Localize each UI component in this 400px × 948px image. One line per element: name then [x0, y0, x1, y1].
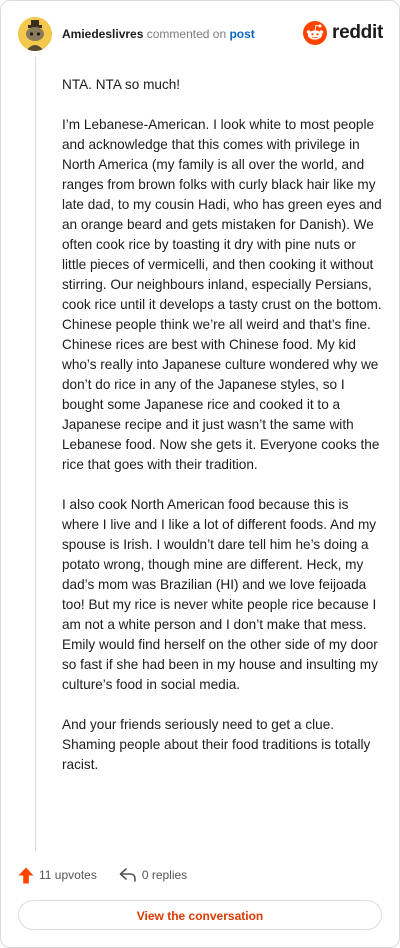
comment-body: NTA. NTA so much! I’m Lebanese-American.…	[62, 75, 382, 795]
reply-arrow-icon	[119, 868, 136, 882]
comment-header: Amiedeslivres commented on post reddit	[18, 17, 383, 51]
comment-action-text: commented on	[146, 27, 227, 41]
avatar[interactable]	[18, 17, 52, 51]
thread-line	[35, 57, 36, 851]
comment-paragraph: NTA. NTA so much!	[62, 77, 181, 92]
comment-embed-card: Amiedeslivres commented on post reddit N…	[0, 0, 400, 948]
post-link[interactable]: post	[229, 27, 254, 41]
replies-count: 0 replies	[141, 868, 188, 882]
replies-stat[interactable]: 0 replies	[119, 868, 187, 882]
upvotes-count: 11 upvotes	[39, 868, 97, 882]
upvote-arrow-icon	[18, 867, 34, 883]
upvotes-stat[interactable]: 11 upvotes	[18, 867, 97, 884]
comment-paragraph: I also cook North American food because …	[62, 497, 378, 692]
comment-paragraph: I’m Lebanese-American. I look white to m…	[62, 117, 382, 472]
brand-logo[interactable]: reddit	[303, 21, 383, 45]
brand-wordmark: reddit	[332, 22, 383, 43]
snoo-avatar-icon	[18, 17, 52, 51]
view-conversation-button[interactable]: View the conversation	[18, 900, 382, 930]
comment-meta: Amiedeslivres commented on post	[62, 27, 255, 41]
comment-footer: 11 upvotes 0 replies	[18, 865, 209, 885]
comment-paragraph: And your friends seriously need to get a…	[62, 717, 371, 772]
username[interactable]: Amiedeslivres	[62, 27, 143, 41]
reddit-logo-icon	[303, 21, 328, 45]
